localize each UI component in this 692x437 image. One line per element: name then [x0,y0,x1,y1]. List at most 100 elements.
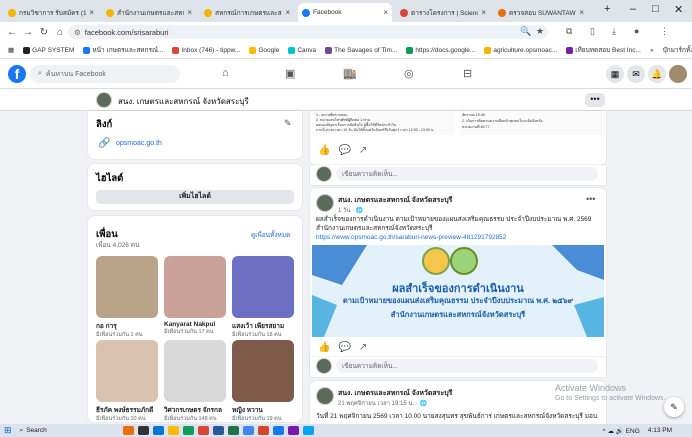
back-icon[interactable]: ← [4,27,20,38]
friend-tile[interactable]: วิศวกรเกษตร จักรกล มีเพื่อนร่วมกัน 148 คน [164,340,226,423]
friend-tile[interactable]: แสงเว้า เพียรสยาม มีเพื่อนร่วมกัน 18 คน [232,256,294,339]
bookmark-item[interactable]: หน้า เกษตรและสหกรณ์... [83,45,163,55]
maximize-button[interactable]: □ [652,3,659,15]
app-icon[interactable] [242,426,254,435]
add-highlight-button[interactable]: เพิ่มไฮไลต์ [96,190,294,204]
bookmark-item[interactable]: Inbox (746) - tippw... [172,46,240,54]
facebook-logo-icon[interactable]: f [8,65,26,83]
forward-icon[interactable]: → [20,27,36,38]
comment-input[interactable]: เขียนความคิดเห็น... [336,359,598,373]
comment-input[interactable]: เขียนความคิดเห็น... [336,167,598,181]
bookmark-star-icon[interactable]: ★ [536,26,544,37]
download-icon[interactable]: ⤓ [612,26,616,37]
close-tab-icon[interactable]: × [89,8,94,17]
previous-post-image[interactable]: 1 - สถานที่ตรวจสอบ 2. หมายเลขโทรศัพท์ผู้ต… [314,111,454,135]
browser-tab[interactable]: สหกรณ์การเกษตรและสหกรณ์× [200,3,294,22]
browser-tab[interactable]: ตารางโครงการ | SciencePR× [396,3,490,22]
close-tab-icon[interactable]: × [285,8,290,17]
close-tab-icon[interactable]: × [481,8,486,17]
post-time[interactable]: 1 วัน · 🌐 [338,205,363,215]
comment-icon[interactable]: 💬 [338,342,350,353]
close-tab-icon[interactable]: × [579,8,584,17]
app-icon[interactable] [182,426,194,435]
see-all-friends-link[interactable]: ดูเพื่อนทั้งหมด [251,230,290,240]
page-avatar[interactable] [96,92,112,108]
bookmark-item[interactable]: เทียบทดสอบ Best Inc... [566,45,641,55]
friend-photo[interactable] [232,340,294,402]
messenger-icon[interactable]: ✉ [627,65,645,83]
url-field[interactable]: ⚙ facebook.com/srisaraburi [68,25,548,39]
browser-tab[interactable]: สำนักงานเกษตรและสหกรณ์× [102,3,196,22]
new-tab-button[interactable]: + [604,3,610,15]
close-tab-icon[interactable]: × [383,8,388,17]
bookmark-item[interactable]: » [650,47,654,54]
like-icon[interactable]: 👍 [318,145,330,156]
app-icon[interactable] [272,426,284,435]
app-icon[interactable] [152,426,164,435]
post-link[interactable]: https://www.opsmoac.go.th/saraburi-news-… [316,234,506,241]
friend-photo[interactable] [164,256,226,318]
sidepanel-icon[interactable]: ▯ [590,26,595,37]
friend-tile[interactable]: ธีรภัค พงษ์ธรรมภักดี มีเพื่อนร่วมกัน 10 ค… [96,340,158,423]
friend-name[interactable]: ธีรภัค พงษ์ธรรมภักดี [96,405,158,415]
friend-photo[interactable] [96,256,158,318]
post-time[interactable]: 21 พฤศจิกายน เวลา 19:15 น. · 🌐 [338,398,427,408]
browser-menu-icon[interactable]: ⋮ [660,26,669,37]
facebook-search-input[interactable]: ⌕ ค้นหาบน Facebook [30,65,180,83]
app-icon[interactable] [137,426,149,435]
browser-tab[interactable]: Facebook × [298,3,392,22]
friend-tile[interactable]: กอ การุ มีเพื่อนร่วมกัน 1 คน [96,256,158,339]
notifications-bell-icon[interactable]: 🔔 [648,65,666,83]
account-avatar[interactable] [669,65,687,83]
reload-icon[interactable]: ↻ [36,27,52,38]
site-info-icon[interactable]: ⚙ [74,28,81,37]
post-more-icon[interactable]: ••• [586,194,595,204]
friend-name[interactable]: Kanyarat Nakpul [164,321,226,328]
app-icon[interactable] [167,426,179,435]
bookmark-item[interactable]: The Savages of Tim... [325,46,397,54]
home-nav-icon[interactable]: ⌂ [222,67,229,79]
friend-name[interactable]: วิศวกรเกษตร จักรกล [164,405,226,415]
windows-start-icon[interactable]: ⊞ [4,425,12,436]
friend-photo[interactable] [164,340,226,402]
previous-post-image-right[interactable]: อัตราผล 15.49 2. เน้นการติดตามความคืบหน้า… [460,111,602,135]
app-icon[interactable] [227,426,239,435]
post-banner-image[interactable]: ผลสำเร็จของการดำเนินงาน ตามเป้าหมายของแผ… [312,245,604,337]
app-icon[interactable] [302,426,314,435]
home-icon[interactable]: ⌂ [52,27,68,38]
close-window-button[interactable]: ✕ [674,3,683,16]
bookmark-item[interactable]: GAP SYSTEM [23,46,74,54]
taskbar-search[interactable]: Search [26,427,47,434]
marketplace-nav-icon[interactable]: 🏬 [343,67,357,80]
share-icon[interactable]: ↗ [359,145,367,156]
bookmark-item[interactable]: บุ๊กมาร์กทั้งหมด [663,45,692,55]
friend-tile[interactable]: Kanyarat Nakpul มีเพื่อนร่วมกัน 17 คน [164,256,226,336]
close-tab-icon[interactable]: × [187,8,192,17]
profile-icon[interactable]: ● [634,26,639,36]
minimize-button[interactable]: – [630,3,636,15]
groups-nav-icon[interactable]: ◎ [404,67,414,80]
zoom-icon[interactable]: 🔍 [520,26,531,37]
app-icon[interactable] [257,426,269,435]
post-author-avatar[interactable] [316,387,334,405]
friend-photo[interactable] [232,256,294,318]
taskbar-clock[interactable]: 4:13 PM [648,427,672,434]
post-author-avatar[interactable] [316,194,334,212]
watch-nav-icon[interactable]: ▣ [285,67,295,80]
app-icon[interactable] [287,426,299,435]
friend-name[interactable]: หญิง หวาน [232,405,294,415]
app-icon[interactable] [197,426,209,435]
apps-grid-icon[interactable]: ▦ [8,46,14,54]
friend-photo[interactable] [96,340,158,402]
share-icon[interactable]: ↗ [359,342,367,353]
new-message-fab[interactable]: ✎ [664,397,684,417]
bookmark-item[interactable]: Google [249,46,279,54]
like-icon[interactable]: 👍 [318,342,330,353]
friend-name[interactable]: กอ การุ [96,321,158,331]
system-tray[interactable]: ^ ☁ 🔊 ENG [603,427,640,435]
page-name[interactable]: สนง. เกษตรและสหกรณ์ จังหวัดสระบุรี [118,95,249,108]
friend-name[interactable]: แสงเว้า เพียรสยาม [232,321,294,331]
edit-pencil-icon[interactable]: ✎ [284,118,292,129]
bookmark-item[interactable]: agriculture.opsmoac... [484,46,557,54]
link-url[interactable]: opsmoac.go.th [116,140,162,147]
